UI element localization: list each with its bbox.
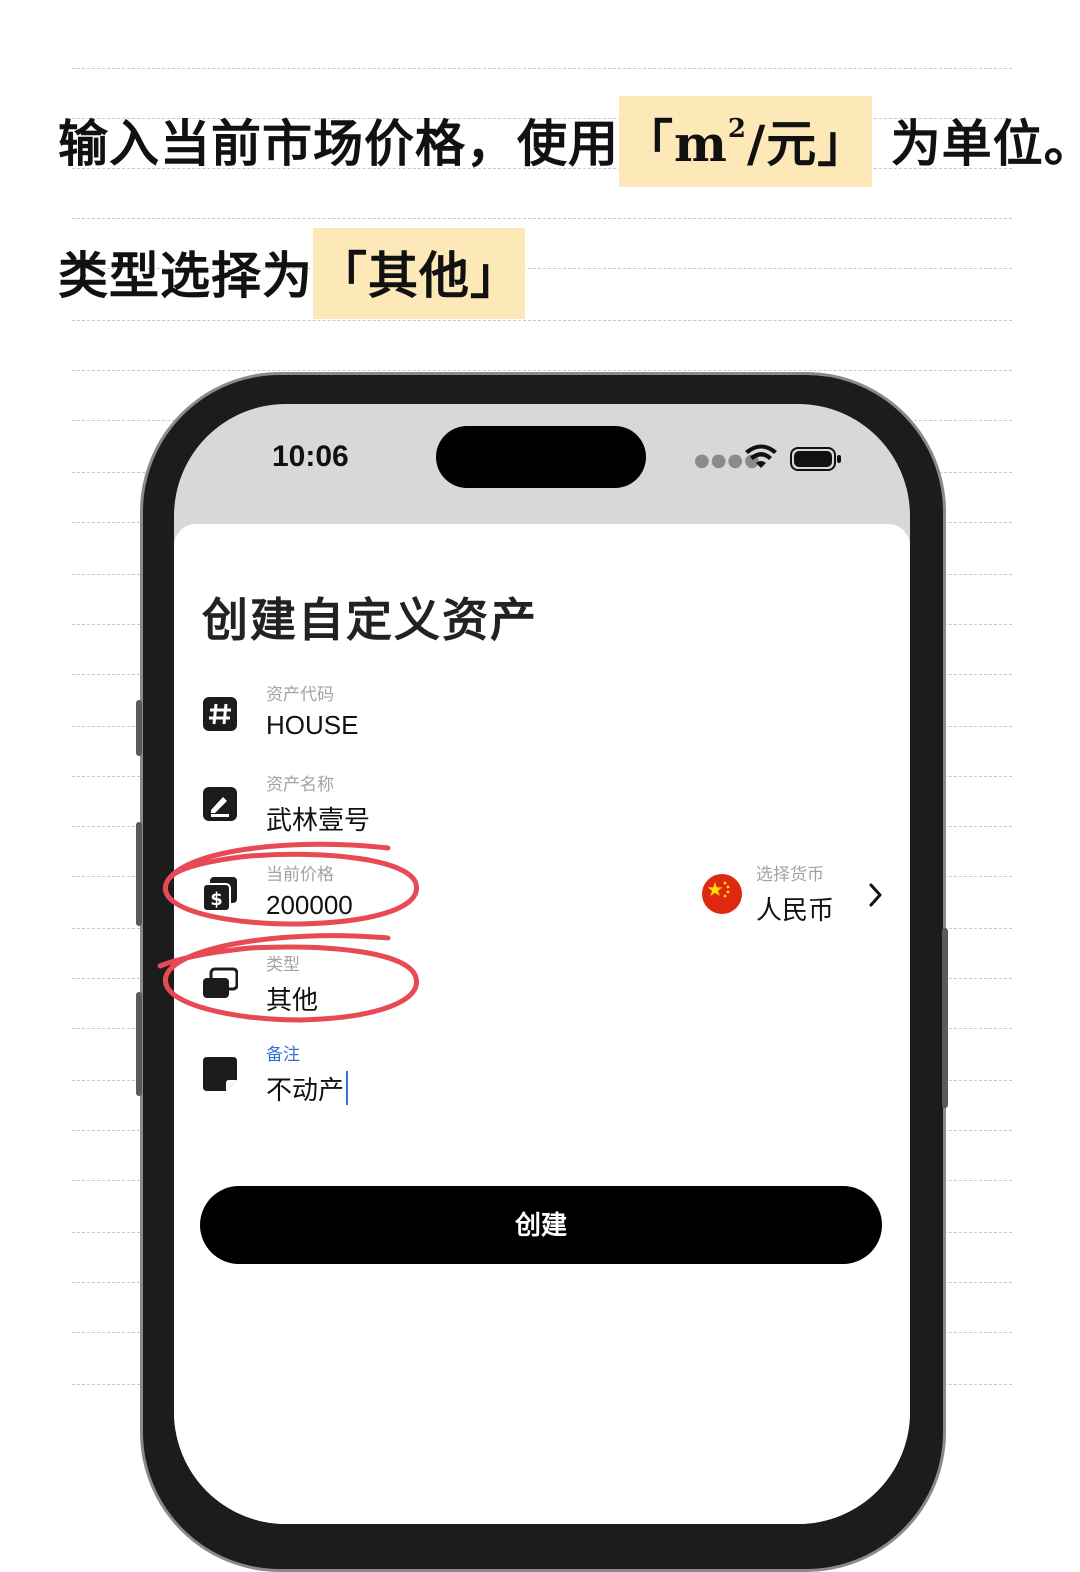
phone-screen: 10:06 ●●●● 创建自定义资产 资产代码 HOUSE 资产名称 武林壹号 … xyxy=(174,404,910,1524)
dynamic-island xyxy=(436,426,646,488)
create-button[interactable]: 创建 xyxy=(200,1186,882,1264)
headline-1-prefix: 输入当前市场价格，使用 xyxy=(58,114,619,173)
highlight-unit-close: /元」 xyxy=(747,114,869,173)
current-price-label: 当前价格 xyxy=(266,865,334,884)
phone-button-power xyxy=(942,928,948,1108)
currency-value[interactable]: 人民币 xyxy=(756,890,834,927)
headline-2-highlight: 「其他」 xyxy=(313,228,525,319)
headline-1-suffix: 为单位。 xyxy=(890,114,1080,173)
hash-icon xyxy=(203,697,237,731)
notes-input[interactable]: 不动产 xyxy=(266,1070,349,1107)
cards-icon xyxy=(203,967,238,998)
china-flag-icon xyxy=(702,874,742,914)
headline-2-prefix: 类型选择为 xyxy=(58,246,313,305)
headline-line-1: 输入当前市场价格，使用「m2/元」 为单位。 xyxy=(58,96,1080,187)
asset-code-value[interactable]: HOUSE xyxy=(266,710,358,741)
edit-icon xyxy=(203,787,237,821)
notes-label: 备注 xyxy=(266,1045,300,1064)
svg-text:$: $ xyxy=(210,889,223,910)
phone-button-volume-up xyxy=(136,822,142,926)
highlight-unit-sup: 2 xyxy=(727,114,747,144)
money-icon: $ xyxy=(202,877,237,912)
chevron-right-icon[interactable] xyxy=(868,882,884,908)
current-price-value[interactable]: 200000 xyxy=(266,890,353,921)
highlight-unit-open: 「m xyxy=(623,114,728,173)
asset-type-label: 类型 xyxy=(266,955,300,974)
asset-type-field[interactable]: 类型 其他 xyxy=(174,950,910,1030)
battery-icon xyxy=(790,447,841,471)
text-caret xyxy=(346,1071,349,1105)
currency-label: 选择货币 xyxy=(756,865,824,884)
phone-button-action xyxy=(136,700,142,756)
note-icon xyxy=(203,1057,237,1091)
asset-name-field[interactable]: 资产名称 武林壹号 xyxy=(174,770,910,850)
create-asset-sheet: 创建自定义资产 资产代码 HOUSE 资产名称 武林壹号 $ 当前价格 2000… xyxy=(174,524,910,1524)
headline-line-2: 类型选择为「其他」 xyxy=(58,228,525,319)
sheet-title: 创建自定义资产 xyxy=(202,594,538,646)
wifi-icon xyxy=(745,444,777,468)
current-price-field[interactable]: $ 当前价格 200000 选择货币 人民币 xyxy=(174,860,910,940)
asset-type-value[interactable]: 其他 xyxy=(266,980,318,1017)
asset-code-label: 资产代码 xyxy=(266,685,334,704)
status-time: 10:06 xyxy=(272,440,349,473)
headline-1-highlight: 「m2/元」 xyxy=(619,96,873,187)
asset-name-label: 资产名称 xyxy=(266,775,334,794)
phone-button-volume-down xyxy=(136,992,142,1096)
asset-code-field[interactable]: 资产代码 HOUSE xyxy=(174,680,910,760)
notes-field[interactable]: 备注 不动产 xyxy=(174,1040,910,1120)
notes-value: 不动产 xyxy=(266,1075,345,1105)
asset-name-value[interactable]: 武林壹号 xyxy=(266,800,370,837)
